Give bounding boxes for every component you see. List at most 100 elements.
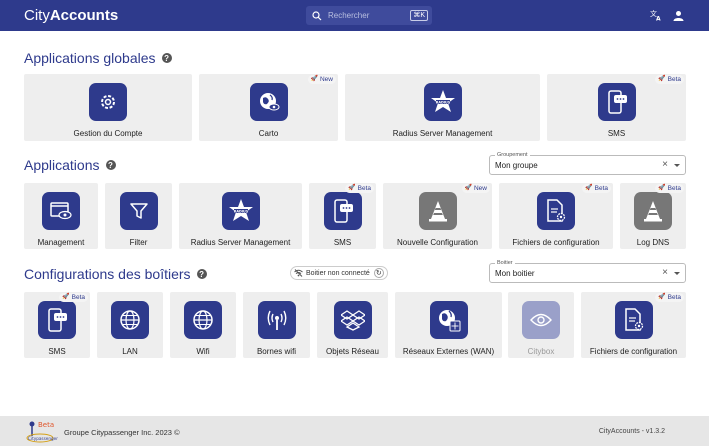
card-label: LAN (122, 347, 138, 356)
rocket-icon: 🚀 (585, 185, 593, 191)
boitier-select[interactable]: Boitier Mon boitier × (489, 259, 686, 283)
card-label: Carto (258, 129, 279, 138)
card-label: Log DNS (636, 238, 670, 247)
translate-icon[interactable]: 文A (649, 8, 663, 22)
section-title-text: Configurations des boîtiers (24, 266, 191, 282)
rocket-icon: 🚀 (658, 185, 666, 191)
sms-phone-icon (38, 301, 76, 339)
card-log-dns[interactable]: 🚀 Beta Log DNS (620, 183, 686, 249)
gear-icon (89, 83, 127, 121)
card-box-objets-reseau[interactable]: Objets Réseau (317, 292, 388, 358)
section-title-text: Applications (24, 157, 100, 173)
card-label: SMS (607, 129, 626, 138)
rocket-icon: 🚀 (658, 76, 666, 82)
card-filter[interactable]: Filter (105, 183, 172, 249)
card-box-citybox[interactable]: Citybox (508, 292, 574, 358)
card-box-reseaux-externes[interactable]: Réseaux Externes (WAN) (395, 292, 502, 358)
help-icon[interactable]: ? (161, 53, 172, 63)
traffic-cone-icon (418, 192, 457, 230)
card-label: Nouvelle Configuration (397, 238, 478, 247)
svg-text:RADIUS: RADIUS (435, 101, 450, 105)
card-fichiers-de-configuration[interactable]: 🚀 Beta Fichiers de configuration (499, 183, 613, 249)
box-status-chip: Boitier non connecté ↻ (290, 266, 388, 280)
help-icon[interactable]: ? (196, 269, 207, 279)
new-badge: 🚀 New (307, 75, 336, 84)
card-label: Radius Server Management (190, 238, 291, 247)
section-title-global: Applications globales? (24, 50, 172, 66)
card-box-lan[interactable]: LAN (97, 292, 163, 358)
top-bar: CityAccounts ⌘K 文A (0, 0, 709, 31)
section-title-applications: Applications? (24, 157, 116, 173)
card-label: Bornes wifi (256, 347, 297, 356)
filter-icon (119, 192, 158, 230)
select-label: Boitier (495, 259, 515, 267)
refresh-icon[interactable]: ↻ (373, 268, 384, 278)
footer-version: CityAccounts - v1.3.2 (598, 428, 665, 435)
card-box-wifi[interactable]: Wifi (170, 292, 236, 358)
app-brand[interactable]: CityAccounts (24, 7, 118, 24)
card-carto[interactable]: 🚀 New Carto (199, 74, 338, 141)
card-sms-global[interactable]: 🚀 Beta SMS (547, 74, 686, 141)
globe-eye-icon (249, 83, 288, 121)
card-label: Citybox (527, 347, 555, 356)
help-icon[interactable]: ? (105, 160, 116, 170)
chip-label: Boitier non connecté (306, 269, 370, 277)
globe-network-icon (429, 301, 468, 339)
radius-star-icon: RADIUS (221, 192, 260, 230)
card-box-sms[interactable]: 🚀 Beta SMS (24, 292, 90, 358)
search-box[interactable]: ⌘K (306, 6, 432, 25)
beta-badge: 🚀 Beta (655, 75, 684, 84)
file-gear-icon (537, 192, 575, 230)
select-value: Mon groupe (495, 161, 538, 170)
eye-icon (522, 301, 560, 339)
card-label: SMS (48, 347, 66, 356)
card-label: Fichiers de configuration (589, 347, 678, 356)
card-label: Réseaux Externes (WAN) (402, 347, 495, 356)
select-value: Mon boitier (495, 269, 535, 278)
svg-text:A: A (656, 16, 661, 22)
traffic-cone-icon (634, 192, 672, 230)
sms-phone-icon (323, 192, 362, 230)
rocket-icon: 🚀 (348, 185, 356, 191)
citypassenger-logo: Beta Citypassenger (26, 419, 60, 444)
rocket-icon: 🚀 (310, 76, 318, 82)
card-sms[interactable]: 🚀 Beta SMS (309, 183, 376, 249)
card-label: SMS (333, 238, 352, 247)
card-label: Gestion du Compte (73, 129, 143, 138)
user-icon[interactable] (671, 8, 685, 22)
file-gear-icon (614, 301, 653, 339)
svg-text:Citypassenger: Citypassenger (28, 436, 58, 441)
card-management[interactable]: Management (24, 183, 98, 249)
clear-icon[interactable]: × (662, 267, 668, 278)
antenna-icon (257, 301, 296, 339)
card-label: Filter (129, 238, 148, 247)
window-eye-icon (42, 192, 80, 230)
card-label: Radius Server Management (392, 129, 493, 138)
section-title-text: Applications globales (24, 50, 156, 66)
search-shortcut: ⌘K (410, 10, 428, 21)
card-label: Wifi (196, 347, 210, 356)
search-input[interactable] (328, 11, 408, 20)
clear-icon[interactable]: × (662, 159, 668, 170)
card-label: Objets Réseau (326, 347, 379, 356)
svg-text:RADIUS: RADIUS (233, 210, 248, 214)
beta-badge: 🚀 Beta (655, 293, 684, 302)
groupement-select[interactable]: Groupement Mon groupe × (489, 151, 686, 175)
card-box-bornes-wifi[interactable]: Bornes wifi (243, 292, 310, 358)
card-radius-server-management[interactable]: RADIUS Radius Server Management (179, 183, 302, 249)
card-gestion-du-compte[interactable]: Gestion du Compte (24, 74, 192, 141)
wifi-off-icon (294, 269, 303, 277)
new-badge: 🚀 New (461, 184, 490, 193)
chevron-down-icon[interactable] (674, 272, 680, 275)
dropbox-icon (333, 301, 372, 339)
beta-badge: 🚀 Beta (59, 293, 88, 302)
card-label: Fichiers de configuration (512, 238, 600, 247)
rocket-icon: 🚀 (62, 294, 70, 300)
card-label: Management (37, 238, 85, 247)
section-title-boxes: Configurations des boîtiers? (24, 266, 207, 282)
card-radius-server-management-global[interactable]: RADIUS Radius Server Management (345, 74, 540, 141)
card-nouvelle-configuration[interactable]: 🚀 New Nouvelle Configuration (383, 183, 492, 249)
radius-star-icon: RADIUS (423, 83, 462, 121)
chevron-down-icon[interactable] (674, 164, 680, 167)
card-box-fichiers-de-configuration[interactable]: 🚀 Beta Fichiers de configuration (581, 292, 686, 358)
